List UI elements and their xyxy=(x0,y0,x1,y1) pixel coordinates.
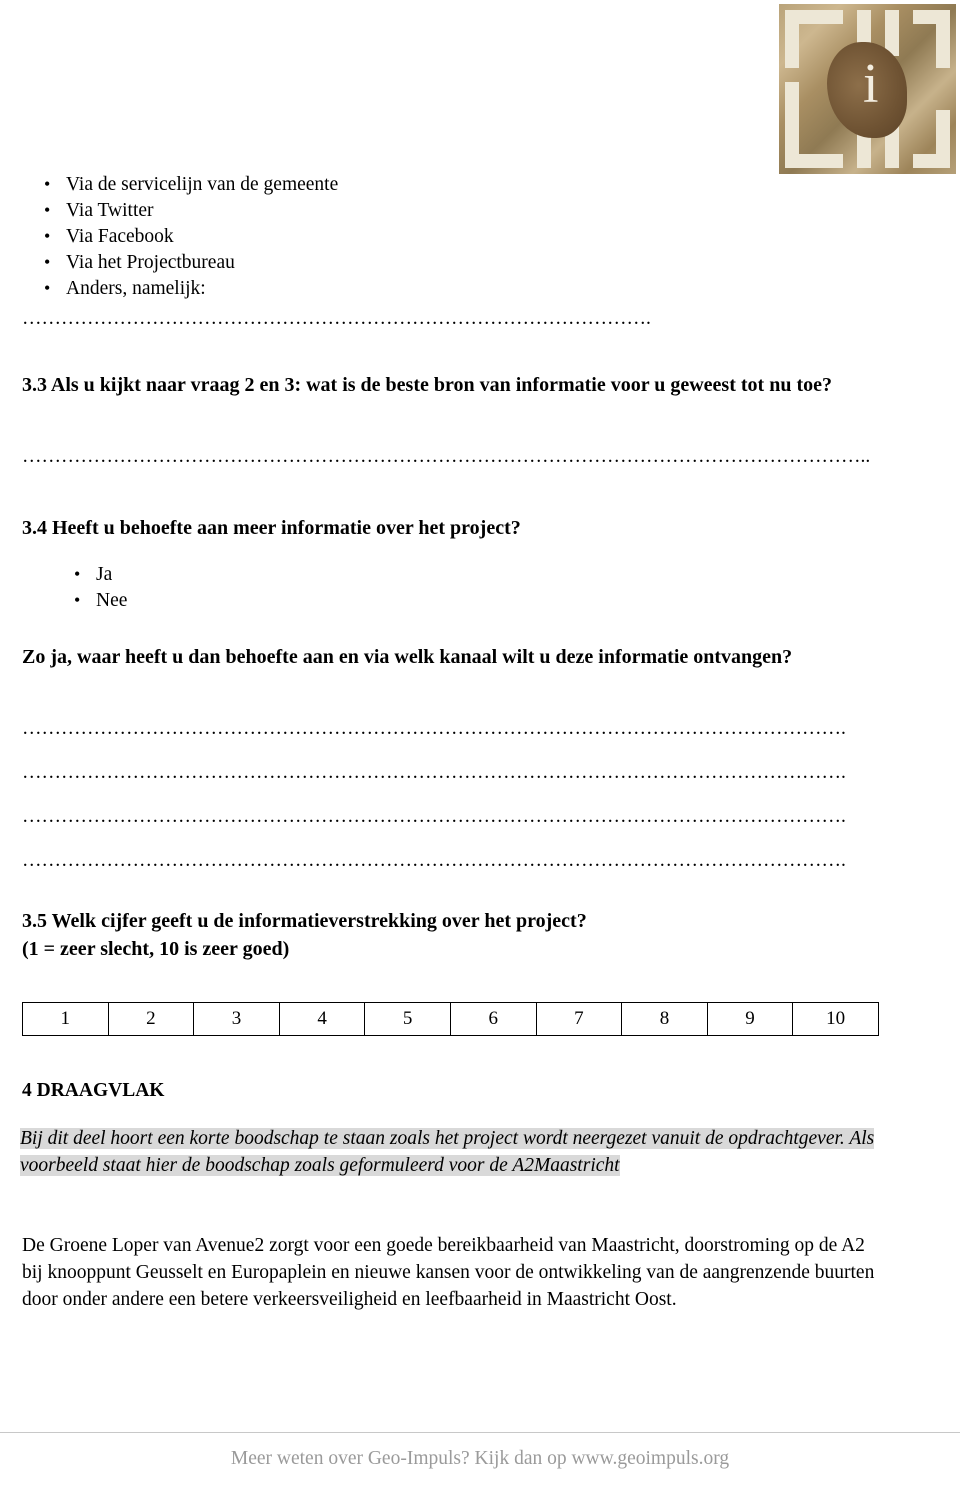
section-4-intro-part-a: Bij dit deel hoort een korte boodschap t… xyxy=(20,1128,845,1149)
section-4-intro-part-c: A2Maastricht xyxy=(512,1155,620,1176)
rating-cell-9[interactable]: 9 xyxy=(706,1002,794,1036)
list-item-ja: Ja xyxy=(52,561,452,588)
question-3-5-scale-legend: (1 = zeer slecht, 10 is zeer goed) xyxy=(22,938,290,960)
rating-cell-8[interactable]: 8 xyxy=(621,1002,708,1036)
rating-cell-7[interactable]: 7 xyxy=(535,1002,623,1036)
rating-cell-5[interactable]: 5 xyxy=(364,1002,451,1036)
footer-text: Meer weten over Geo-Impuls? Kijk dan op … xyxy=(230,1448,730,1469)
answer-dots-line: …………………………………………………………………………………………………………… xyxy=(22,718,846,739)
question-3-3: 3.3 Als u kijkt naar vraag 2 en 3: wat i… xyxy=(22,374,832,396)
question-3-4: 3.4 Heeft u behoefte aan meer informatie… xyxy=(22,517,521,539)
rating-cell-6[interactable]: 6 xyxy=(449,1002,537,1036)
rating-cell-10[interactable]: 10 xyxy=(792,1002,879,1036)
yes-no-options: Ja Nee xyxy=(52,561,452,614)
list-item: Via Twitter xyxy=(22,197,582,224)
answer-dots-line: ……………………………………………………………………………………. xyxy=(22,308,651,329)
answer-dots-line: …………………………………………………………………………………………………………… xyxy=(22,446,871,467)
list-item: Anders, namelijk: xyxy=(22,275,582,302)
list-item: Via de servicelijn van de gemeente xyxy=(22,171,582,198)
rating-cell-4[interactable]: 4 xyxy=(278,1002,366,1036)
section-4-heading: 4 DRAAGVLAK xyxy=(22,1080,165,1101)
answer-dots-line: …………………………………………………………………………………………………………… xyxy=(22,850,846,871)
question-3-5: 3.5 Welk cijfer geeft u de informatiever… xyxy=(22,910,587,932)
question-3-4-followup: Zo ja, waar heeft u dan behoefte aan en … xyxy=(22,646,793,668)
list-item: Via Facebook xyxy=(22,223,582,250)
list-item-nee: Nee xyxy=(52,587,452,614)
section-4-body: De Groene Loper van Avenue2 zorgt voor e… xyxy=(22,1235,875,1310)
table-row: 1 2 3 4 5 6 7 8 9 10 xyxy=(22,1002,879,1036)
rating-cell-3[interactable]: 3 xyxy=(193,1002,280,1036)
channel-list: Via de servicelijn van de gemeente Via T… xyxy=(22,171,582,302)
geo-impuls-logo: i xyxy=(779,4,956,174)
answer-dots-line: …………………………………………………………………………………………………………… xyxy=(22,762,846,783)
list-item: Via het Projectbureau xyxy=(22,249,582,276)
logo-letter-i: i xyxy=(863,53,879,115)
footer-divider xyxy=(0,1432,960,1433)
rating-cell-2[interactable]: 2 xyxy=(107,1002,195,1036)
rating-scale-table[interactable]: 1 2 3 4 5 6 7 8 9 10 xyxy=(22,1002,879,1036)
document-page: i Via de servicelijn van de gemeente Via… xyxy=(0,0,960,1501)
rating-cell-1[interactable]: 1 xyxy=(22,1002,109,1036)
section-4-intro: Bij dit deel hoort een korte boodschap t… xyxy=(20,1125,890,1179)
answer-dots-line: …………………………………………………………………………………………………………… xyxy=(22,806,846,827)
